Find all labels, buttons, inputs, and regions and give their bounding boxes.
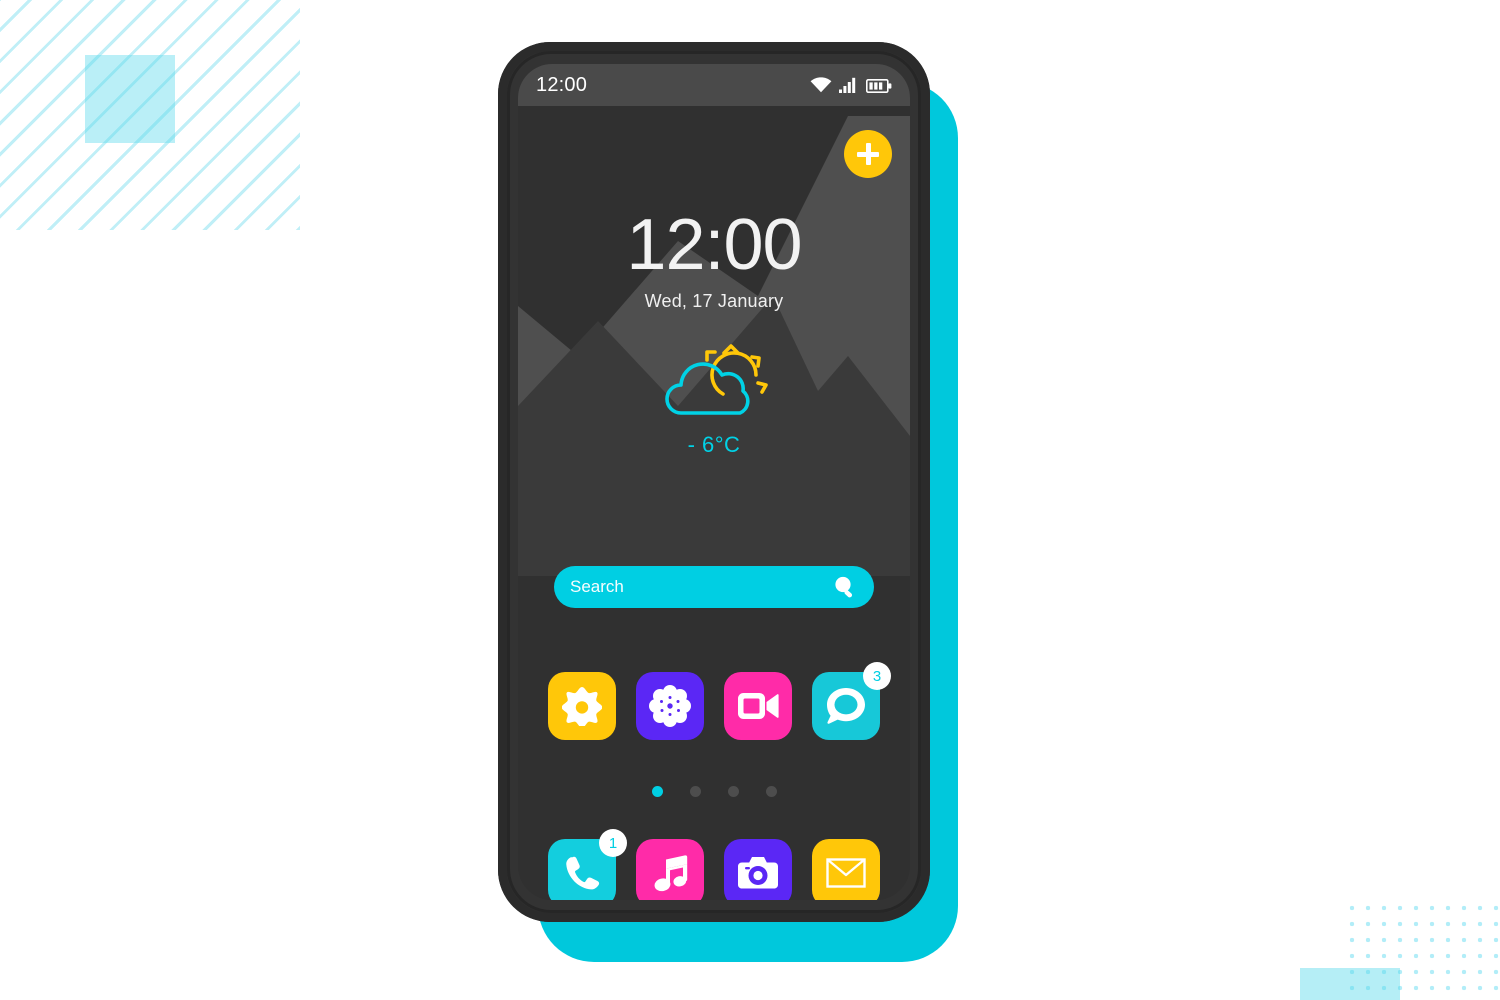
gear-icon — [562, 687, 602, 726]
search-icon[interactable] — [832, 574, 858, 600]
partly-cloudy-icon — [658, 339, 770, 430]
plus-icon-vertical — [865, 143, 871, 165]
page-indicator — [518, 786, 910, 797]
status-bar: 12:00 — [518, 64, 910, 106]
video-camera-icon — [738, 693, 779, 719]
page-dot-3[interactable] — [727, 786, 739, 797]
cyan-rectangle-decoration — [1300, 968, 1400, 1000]
phone-handset-icon — [566, 856, 600, 890]
wifi-icon — [810, 77, 832, 93]
search-input[interactable]: Search — [570, 577, 624, 597]
add-button[interactable] — [844, 130, 892, 178]
status-bar-time: 12:00 — [536, 73, 588, 96]
app-grid-row-1: 3 — [548, 662, 891, 740]
app-icon-mail[interactable] — [812, 839, 880, 900]
app-icon-music[interactable] — [636, 839, 704, 900]
search-bar[interactable]: Search — [554, 566, 874, 608]
signal-icon — [839, 77, 859, 93]
notification-badge: 1 — [599, 829, 627, 857]
app-icon-gallery[interactable] — [636, 672, 704, 740]
page-dot-2[interactable] — [689, 786, 701, 797]
clock-time: 12:00 — [626, 205, 802, 285]
app-icon-video[interactable] — [724, 672, 792, 740]
camera-icon — [738, 857, 778, 889]
page-dot-4[interactable] — [765, 786, 777, 797]
app-icon-settings[interactable] — [548, 672, 616, 740]
phone-frame: 12:00 12:00 Wed, 17 January - 6°C Search… — [498, 42, 930, 922]
screenshot-canvas: 12:00 12:00 Wed, 17 January - 6°C Search… — [0, 0, 1500, 1000]
page-dot-1[interactable] — [651, 786, 663, 797]
cyan-square-decoration — [85, 55, 175, 143]
music-note-icon — [654, 855, 688, 892]
app-dock: 1 — [548, 829, 880, 900]
notification-badge: 3 — [863, 662, 891, 690]
clock-widget: 12:00 Wed, 17 January — [518, 209, 910, 312]
app-icon-messages[interactable]: 3 — [812, 662, 891, 740]
weather-temperature: - 6°C — [687, 432, 741, 457]
chat-bubble-icon — [827, 688, 865, 724]
app-icon-phone[interactable]: 1 — [548, 829, 627, 900]
clock-date: Wed, 17 January — [644, 291, 784, 311]
app-icon-camera[interactable] — [724, 839, 792, 900]
battery-icon — [866, 79, 892, 93]
flower-icon — [649, 685, 691, 727]
envelope-icon — [826, 858, 866, 888]
phone-mockup: 12:00 12:00 Wed, 17 January - 6°C Search… — [498, 42, 968, 962]
weather-widget[interactable]: - 6°C — [518, 339, 910, 458]
phone-screen: 12:00 12:00 Wed, 17 January - 6°C Search… — [518, 64, 910, 900]
status-bar-icons — [810, 77, 892, 93]
